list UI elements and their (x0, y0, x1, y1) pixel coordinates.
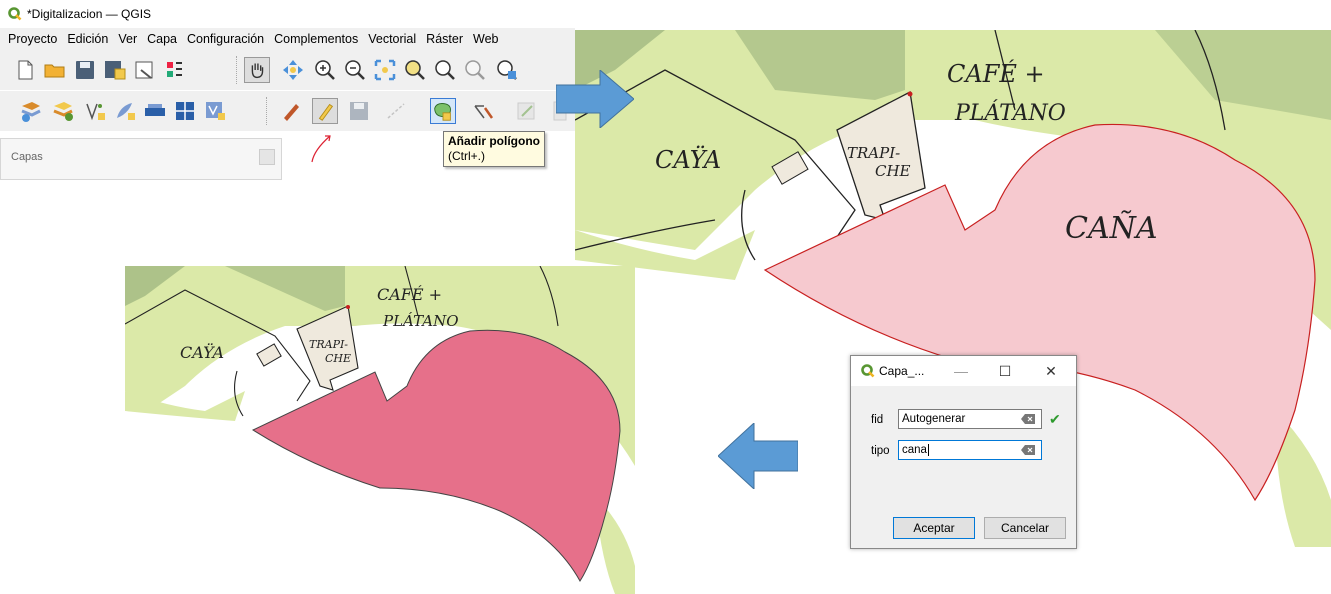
open-project-icon[interactable] (42, 57, 68, 83)
add-polygon-icon[interactable] (430, 98, 456, 124)
tooltip-title: Añadir polígono (448, 134, 540, 148)
menu-vectorial[interactable]: Vectorial (368, 32, 416, 46)
label-cafe: CAFÉ + (947, 59, 1045, 88)
save-as-icon[interactable] (102, 57, 128, 83)
label-cana: CAÑA (1065, 210, 1158, 246)
menu-bar: Proyecto Edición Ver Capa Configuración … (0, 28, 575, 50)
arrow-left-icon (718, 423, 798, 489)
label-caya: CAŸA (655, 145, 721, 174)
add-raster-icon[interactable] (112, 98, 138, 124)
minimize-icon[interactable]: — (951, 361, 971, 381)
menu-capa[interactable]: Capa (147, 32, 177, 46)
zoom-out-icon[interactable] (342, 57, 368, 83)
zoom-to-layer-icon[interactable] (432, 57, 458, 83)
data-source-manager-icon[interactable] (18, 98, 44, 124)
menu-raster[interactable]: Ráster (426, 32, 463, 46)
qgis-logo-icon (861, 364, 875, 378)
small-label-cafe: CAFÉ + (377, 284, 442, 304)
title-bar: *Digitalizacion — QGIS (0, 0, 575, 28)
save-project-icon[interactable] (72, 57, 98, 83)
zoom-native-icon (465, 60, 485, 80)
project-toolbar (0, 50, 575, 90)
add-vector-layer-icon[interactable] (82, 98, 108, 124)
toggle-editing-icon[interactable] (312, 98, 338, 124)
current-edits-icon[interactable] (278, 98, 304, 124)
qgis-logo-icon (8, 7, 22, 21)
small-label-caya: CAŸA (180, 342, 224, 362)
modify-attributes-icon (517, 102, 535, 120)
clear-icon[interactable] (1021, 445, 1035, 455)
tooltip-shortcut: (Ctrl+.) (448, 149, 485, 163)
label-platano: PLÁTANO (954, 99, 1066, 126)
menu-complementos[interactable]: Complementos (274, 32, 358, 46)
new-layer-icon[interactable] (50, 98, 76, 124)
map-canvas-result: CAFÉ + PLÁTANO CAŸA TRAPI- CHE (125, 266, 635, 594)
label-trapiche-1: TRAPI- (847, 144, 900, 162)
add-virtual-layer-icon[interactable] (202, 98, 228, 124)
maximize-icon[interactable]: ☐ (995, 361, 1015, 381)
window-title: *Digitalizacion — QGIS (27, 7, 152, 21)
zoom-full-icon[interactable] (372, 57, 398, 83)
fid-field[interactable]: Autogenerar (898, 409, 1042, 429)
print-layout-icon[interactable] (132, 57, 158, 83)
zoom-to-selection-icon[interactable] (402, 57, 428, 83)
add-line-icon (387, 103, 405, 119)
new-project-icon[interactable] (12, 57, 38, 83)
add-polygon-tooltip: Añadir polígono (Ctrl+.) (443, 131, 545, 167)
save-edits-icon (350, 102, 368, 120)
vertex-tool-icon[interactable] (470, 98, 496, 124)
layers-panel: Capas (0, 138, 282, 180)
add-wms-icon[interactable] (142, 98, 168, 124)
layers-panel-close-button[interactable] (259, 149, 275, 165)
tipo-value: cana (902, 444, 927, 456)
feature-attributes-dialog: Capa_... — ☐ ✕ fid Autogenerar ✔ tipo ca… (850, 355, 1077, 549)
small-label-trapiche-1: TRAPI- (309, 338, 348, 351)
pan-to-selection-icon[interactable] (280, 57, 306, 83)
fid-value: Autogenerar (902, 413, 966, 425)
fid-label: fid (871, 414, 884, 426)
menu-web[interactable]: Web (473, 32, 498, 46)
zoom-last-icon[interactable] (494, 57, 520, 83)
label-trapiche-2: CHE (875, 162, 911, 180)
dialog-title-bar: Capa_... — ☐ ✕ (851, 356, 1076, 386)
layers-panel-title: Capas (11, 151, 43, 163)
arrow-right-icon (556, 70, 634, 128)
menu-edicion[interactable]: Edición (67, 32, 108, 46)
cancel-button[interactable]: Cancelar (984, 517, 1066, 539)
small-label-trapiche-2: CHE (325, 352, 351, 365)
pointer-arrow-annotation (311, 135, 331, 163)
digitizing-toolbar (0, 91, 575, 131)
add-mesh-icon[interactable] (172, 98, 198, 124)
zoom-in-icon[interactable] (312, 57, 338, 83)
dialog-title: Capa_... (879, 364, 925, 378)
valid-check-icon: ✔ (1049, 411, 1061, 427)
small-label-platano: PLÁTANO (382, 312, 459, 330)
menu-configuracion[interactable]: Configuración (187, 32, 264, 46)
clear-icon[interactable] (1021, 414, 1035, 424)
tipo-field[interactable]: cana (898, 440, 1042, 460)
qgis-window: *Digitalizacion — QGIS Proyecto Edición … (0, 0, 575, 180)
tipo-label: tipo (871, 445, 890, 457)
accept-button[interactable]: Aceptar (893, 517, 975, 539)
close-icon[interactable]: ✕ (1041, 361, 1061, 381)
menu-proyecto[interactable]: Proyecto (8, 32, 57, 46)
style-manager-icon[interactable] (162, 57, 188, 83)
pan-hand-icon[interactable] (244, 57, 270, 83)
menu-ver[interactable]: Ver (118, 32, 137, 46)
